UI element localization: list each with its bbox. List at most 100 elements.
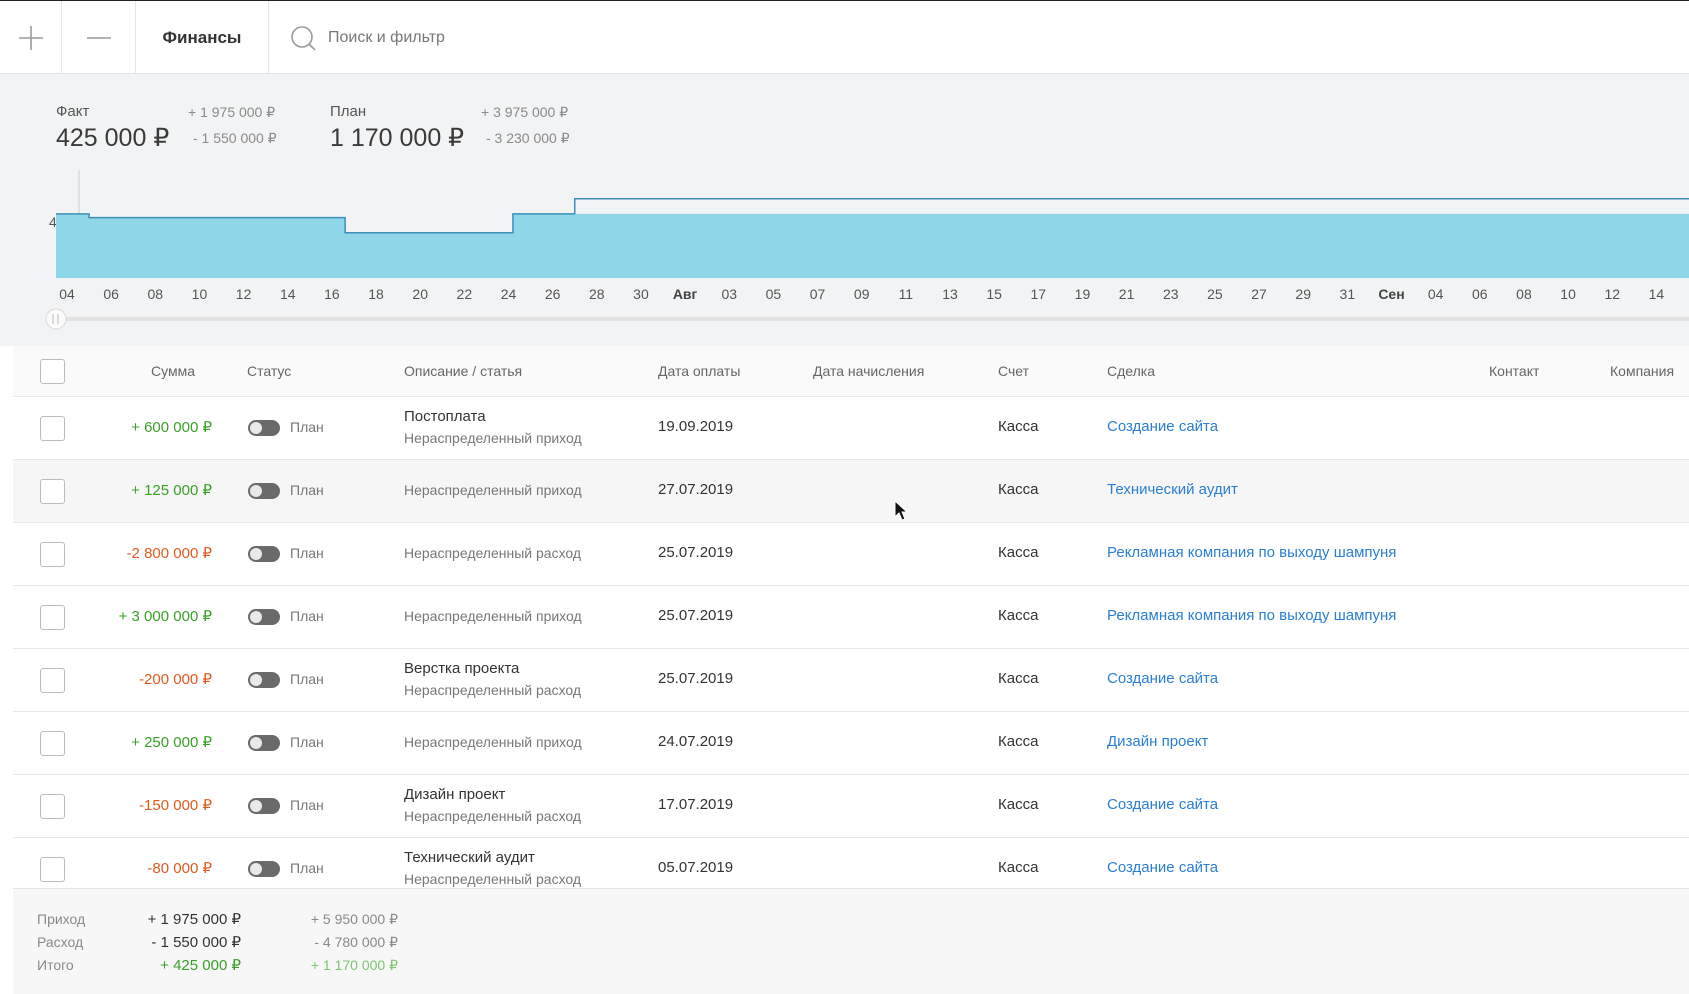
row-account: Касса	[998, 733, 1039, 750]
row-deal-link[interactable]: Создание сайта	[1107, 418, 1218, 435]
header-description[interactable]: Описание / статья	[404, 346, 522, 397]
status-toggle[interactable]	[248, 546, 280, 562]
row-category: Нераспределенный приход	[404, 608, 582, 624]
fact-income: + 1 975 000 ₽	[188, 104, 276, 120]
chart-x-tick: 13	[942, 286, 958, 302]
row-checkbox[interactable]	[40, 416, 65, 441]
row-checkbox[interactable]	[40, 479, 65, 504]
row-amount: + 125 000 ₽	[131, 482, 212, 499]
table-row[interactable]: + 600 000 ₽ План Постоплата Нераспределенны…	[13, 397, 1689, 460]
chart-x-tick: 20	[412, 286, 428, 302]
chart-x-tick: 10	[192, 286, 208, 302]
row-status: План	[290, 545, 324, 561]
chart-x-tick: 03	[721, 286, 737, 302]
header-accrual-date[interactable]: Дата начисления	[813, 346, 924, 397]
table-row[interactable]: -150 000 ₽ План Дизайн проект Нераспределен…	[13, 775, 1689, 838]
status-toggle[interactable]	[248, 798, 280, 814]
chart-x-tick: 16	[324, 286, 340, 302]
status-toggle[interactable]	[248, 420, 280, 436]
header-contact[interactable]: Контакт	[1489, 346, 1539, 397]
status-toggle[interactable]	[248, 672, 280, 688]
table-row[interactable]: -200 000 ₽ План Верстка проекта Нераспредел…	[13, 649, 1689, 712]
chart-x-tick: 26	[545, 286, 561, 302]
row-category: Нераспределенный приход	[404, 430, 582, 446]
row-status: План	[290, 671, 324, 687]
header-payment-date[interactable]: Дата оплаты	[658, 346, 740, 397]
chart-x-tick: Авг	[673, 286, 698, 302]
row-amount: + 600 000 ₽	[131, 419, 212, 436]
chart-x-tick: 17	[1031, 286, 1047, 302]
table-row[interactable]: + 3 000 000 ₽ План Нераспределенный приход…	[13, 586, 1689, 649]
select-all-checkbox[interactable]	[40, 359, 65, 384]
row-account: Касса	[998, 670, 1039, 687]
plus-icon	[18, 25, 43, 50]
row-amount: -150 000 ₽	[139, 797, 212, 814]
row-account: Касса	[998, 418, 1039, 435]
chart-x-tick: 14	[1649, 286, 1665, 302]
table-row[interactable]: -2 800 000 ₽ План Нераспределенный расход 2…	[13, 523, 1689, 586]
chart-x-tick: 06	[1472, 286, 1488, 302]
row-account: Касса	[998, 607, 1039, 624]
footer-fact-income: + 1 975 000 ₽	[147, 911, 241, 928]
search-filter[interactable]: Поиск и фильтр	[290, 1, 445, 74]
table-row[interactable]: + 125 000 ₽ План Нераспределенный приход 27…	[13, 460, 1689, 523]
row-category: Нераспределенный приход	[404, 734, 582, 750]
row-checkbox[interactable]	[40, 668, 65, 693]
row-status: План	[290, 608, 324, 624]
chart-x-tick: 19	[1075, 286, 1091, 302]
fact-area	[56, 213, 1689, 278]
header-account[interactable]: Счет	[998, 346, 1029, 397]
chart-x-tick: 06	[103, 286, 119, 302]
row-deal-link[interactable]: Создание сайта	[1107, 859, 1218, 876]
row-amount: -80 000 ₽	[147, 860, 212, 877]
page-title: Финансы	[136, 1, 269, 74]
row-payment-date: 05.07.2019	[658, 859, 734, 876]
row-payment-date: 17.07.2019	[658, 796, 734, 813]
row-deal-link[interactable]: Рекламная компания по выходу шампуня	[1107, 544, 1396, 561]
row-checkbox[interactable]	[40, 857, 65, 882]
row-checkbox[interactable]	[40, 605, 65, 630]
row-account: Касса	[998, 796, 1039, 813]
header-amount[interactable]: Сумма	[151, 346, 195, 397]
footer-plan-expense: - 4 780 000 ₽	[314, 934, 398, 950]
status-toggle[interactable]	[248, 735, 280, 751]
table-header: Сумма Статус Описание / статья Дата опла…	[13, 346, 1689, 397]
chart-x-tick: 12	[1604, 286, 1620, 302]
chart-x-tick: 12	[236, 286, 252, 302]
row-payment-date: 25.07.2019	[658, 670, 734, 687]
header-deal[interactable]: Сделка	[1107, 346, 1155, 397]
table-row[interactable]: + 250 000 ₽ План Нераспределенный приход 24…	[13, 712, 1689, 775]
remove-button[interactable]	[62, 1, 136, 74]
row-status: План	[290, 797, 324, 813]
row-description-title: Дизайн проект	[404, 786, 506, 803]
timeline-handle[interactable]	[45, 308, 67, 330]
footer-fact-total: + 425 000 ₽	[160, 957, 241, 974]
row-checkbox[interactable]	[40, 542, 65, 567]
footer-total-label: Итого	[37, 957, 74, 973]
row-deal-link[interactable]: Технический аудит	[1107, 481, 1238, 498]
chart-x-tick: 22	[457, 286, 473, 302]
row-deal-link[interactable]: Дизайн проект	[1107, 733, 1208, 750]
footer-expense-label: Расход	[37, 934, 84, 950]
row-checkbox[interactable]	[40, 731, 65, 756]
row-deal-link[interactable]: Рекламная компания по выходу шампуня	[1107, 607, 1396, 624]
chart-x-tick: 31	[1340, 286, 1356, 302]
row-status: План	[290, 482, 324, 498]
row-amount: + 250 000 ₽	[131, 734, 212, 751]
status-toggle[interactable]	[248, 861, 280, 877]
status-toggle[interactable]	[248, 609, 280, 625]
row-deal-link[interactable]: Создание сайта	[1107, 796, 1218, 813]
row-deal-link[interactable]: Создание сайта	[1107, 670, 1218, 687]
chart-x-tick: 08	[148, 286, 164, 302]
status-toggle[interactable]	[248, 483, 280, 499]
header-company[interactable]: Компания	[1610, 346, 1674, 397]
add-button[interactable]	[0, 1, 62, 74]
header-status[interactable]: Статус	[247, 346, 291, 397]
chart-x-tick: Сен	[1378, 286, 1404, 302]
transactions-table: Сумма Статус Описание / статья Дата опла…	[13, 346, 1689, 901]
row-description-title: Технический аудит	[404, 849, 535, 866]
search-icon	[291, 25, 316, 51]
row-payment-date: 19.09.2019	[658, 418, 734, 435]
row-account: Касса	[998, 859, 1039, 876]
row-checkbox[interactable]	[40, 794, 65, 819]
